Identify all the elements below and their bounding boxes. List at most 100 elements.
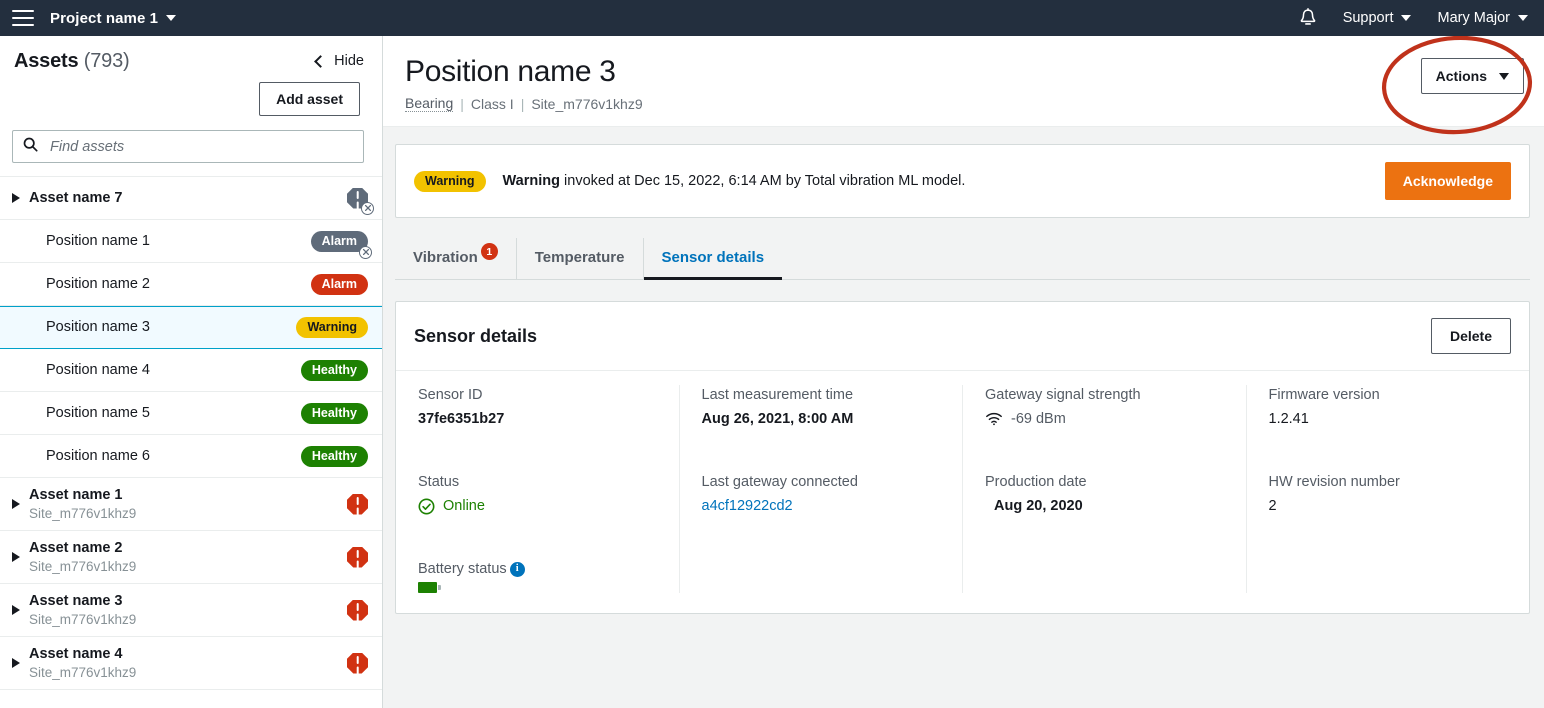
find-assets-search[interactable] xyxy=(12,130,364,163)
asset-row-name: Position name 6 xyxy=(46,448,150,465)
expand-triangle-icon[interactable] xyxy=(12,658,20,668)
user-name-label: Mary Major xyxy=(1437,10,1510,26)
asset-row[interactable]: Position name 6 Healthy xyxy=(0,435,382,478)
asset-row-name: Position name 3 xyxy=(46,319,150,336)
support-menu[interactable]: Support xyxy=(1343,10,1412,26)
battery-icon xyxy=(418,582,437,593)
chevron-down-icon xyxy=(1499,73,1509,80)
delete-button[interactable]: Delete xyxy=(1431,318,1511,354)
hide-sidebar-button[interactable]: Hide xyxy=(316,50,364,69)
detail-field-value: 2 xyxy=(1269,495,1508,517)
asset-row-name: Position name 2 xyxy=(46,276,150,293)
status-badge: Healthy xyxy=(301,403,368,424)
asset-row[interactable]: Asset name 2Site_m776v1khz9 xyxy=(0,531,382,584)
acknowledge-button[interactable]: Acknowledge xyxy=(1385,162,1511,200)
detail-field-label: Battery statusi xyxy=(418,559,657,579)
detail-column: Firmware version1.2.41 HW revision number… xyxy=(1247,385,1530,593)
detail-field-label-text: Firmware version xyxy=(1269,385,1380,405)
alarm-muted-icon xyxy=(359,246,372,259)
detail-field: Sensor ID 37fe6351b27 xyxy=(418,385,657,430)
main-content: Position name 3 Bearing | Class I | Site… xyxy=(383,36,1544,708)
status-badge: Healthy xyxy=(301,446,368,467)
expand-triangle-icon[interactable] xyxy=(12,193,20,203)
detail-field-label: Firmware version xyxy=(1269,385,1508,405)
tab-temperature[interactable]: Temperature xyxy=(517,238,644,279)
chevron-left-icon xyxy=(314,55,327,68)
detail-field-value-text: 2 xyxy=(1269,495,1277,517)
detail-field-label-text: Production date xyxy=(985,472,1087,492)
info-icon[interactable]: i xyxy=(510,562,525,577)
project-name-label: Project name 1 xyxy=(50,10,158,27)
status-badge: Healthy xyxy=(301,360,368,381)
asset-row[interactable]: Asset name 1Site_m776v1khz9 xyxy=(0,478,382,531)
asset-row[interactable]: Position name 1Alarm xyxy=(0,220,382,263)
detail-field: Battery statusi xyxy=(418,559,657,593)
detail-field-label: HW revision number xyxy=(1269,472,1508,492)
user-menu[interactable]: Mary Major xyxy=(1437,10,1528,26)
asset-tree-list: Asset name 7Position name 1AlarmPosition… xyxy=(0,176,382,708)
assets-sidebar: Assets (793) Hide Add asset xyxy=(0,36,383,708)
detail-field-value: -69 dBm xyxy=(985,408,1224,430)
asset-row-name: Asset name 3 xyxy=(29,593,136,610)
asset-row-site: Site_m776v1khz9 xyxy=(29,611,136,628)
hamburger-menu-icon[interactable] xyxy=(12,10,34,26)
detail-field-label-text: Battery status xyxy=(418,559,507,579)
detail-column: Sensor ID37fe6351b27StatusOnlineBattery … xyxy=(396,385,680,593)
detail-field-value: Aug 26, 2021, 8:00 AM xyxy=(702,408,941,430)
asset-row[interactable]: Position name 2 Alarm xyxy=(0,263,382,306)
asset-row-name: Asset name 2 xyxy=(29,540,136,557)
asset-row[interactable]: Asset name 4Site_m776v1khz9 xyxy=(0,637,382,690)
check-circle-icon xyxy=(418,498,435,515)
detail-field-label-text: Sensor ID xyxy=(418,385,482,405)
tab-sensor-details[interactable]: Sensor details xyxy=(644,238,783,280)
hide-label: Hide xyxy=(334,53,364,69)
asset-row-name: Position name 4 xyxy=(46,362,150,379)
actions-label: Actions xyxy=(1436,68,1487,84)
expand-triangle-icon[interactable] xyxy=(12,552,20,562)
tab-label: Sensor details xyxy=(662,249,765,266)
sidebar-title: Assets (793) xyxy=(14,50,129,73)
page-title: Position name 3 xyxy=(405,54,643,90)
status-badge: Warning xyxy=(296,317,368,338)
asset-row[interactable]: Position name 5Healthy xyxy=(0,392,382,435)
detail-field-value: Online xyxy=(418,495,657,517)
expand-triangle-icon[interactable] xyxy=(12,605,20,615)
status-badge: Alarm xyxy=(311,274,368,295)
actions-button[interactable]: Actions xyxy=(1421,58,1524,94)
notifications-bell-icon[interactable] xyxy=(1299,8,1317,28)
tab-vibration[interactable]: Vibration1 xyxy=(395,238,517,279)
detail-field: Last measurement timeAug 26, 2021, 8:00 … xyxy=(702,385,941,430)
detail-field-label-text: HW revision number xyxy=(1269,472,1400,492)
alarm-octagon-icon xyxy=(347,494,368,515)
breadcrumb-class: Class I xyxy=(471,96,514,112)
chevron-down-icon xyxy=(166,15,176,21)
search-icon xyxy=(23,137,38,157)
search-input[interactable] xyxy=(48,138,353,156)
detail-field-label: Gateway signal strength xyxy=(985,385,1224,405)
project-selector[interactable]: Project name 1 xyxy=(50,10,176,27)
asset-row[interactable]: Asset name 3Site_m776v1khz9 xyxy=(0,584,382,637)
detail-field-label: Sensor ID xyxy=(418,385,657,405)
breadcrumb-site: Site_m776v1khz9 xyxy=(531,96,642,112)
expand-triangle-icon[interactable] xyxy=(12,499,20,509)
asset-row[interactable]: Position name 3 Warning xyxy=(0,306,382,349)
detail-field-value-text: -69 dBm xyxy=(1011,408,1066,430)
chevron-down-icon xyxy=(1518,15,1528,21)
alert-message-bold: Warning xyxy=(503,173,560,189)
detail-field: HW revision number 2 xyxy=(1269,472,1508,517)
sensor-details-panel: Sensor details Delete Sensor ID 37fe6351b… xyxy=(395,301,1530,614)
detail-field-value[interactable]: a4cf12922cd2 xyxy=(702,495,941,517)
detail-field: Firmware version1.2.41 xyxy=(1269,385,1508,430)
panel-title: Sensor details xyxy=(414,326,537,347)
asset-row[interactable]: Asset name 7 xyxy=(0,177,382,220)
asset-row-site: Site_m776v1khz9 xyxy=(29,664,136,681)
detail-column: Last measurement timeAug 26, 2021, 8:00 … xyxy=(680,385,964,593)
detail-field-value-text: a4cf12922cd2 xyxy=(702,495,793,517)
breadcrumb-asset-type[interactable]: Bearing xyxy=(405,95,453,112)
add-asset-button[interactable]: Add asset xyxy=(259,82,360,116)
support-label: Support xyxy=(1343,10,1394,26)
detail-field-value: 37fe6351b27 xyxy=(418,408,657,430)
alarm-muted-icon xyxy=(361,202,374,215)
detail-field-label-text: Gateway signal strength xyxy=(985,385,1141,405)
asset-row[interactable]: Position name 4 Healthy xyxy=(0,349,382,392)
